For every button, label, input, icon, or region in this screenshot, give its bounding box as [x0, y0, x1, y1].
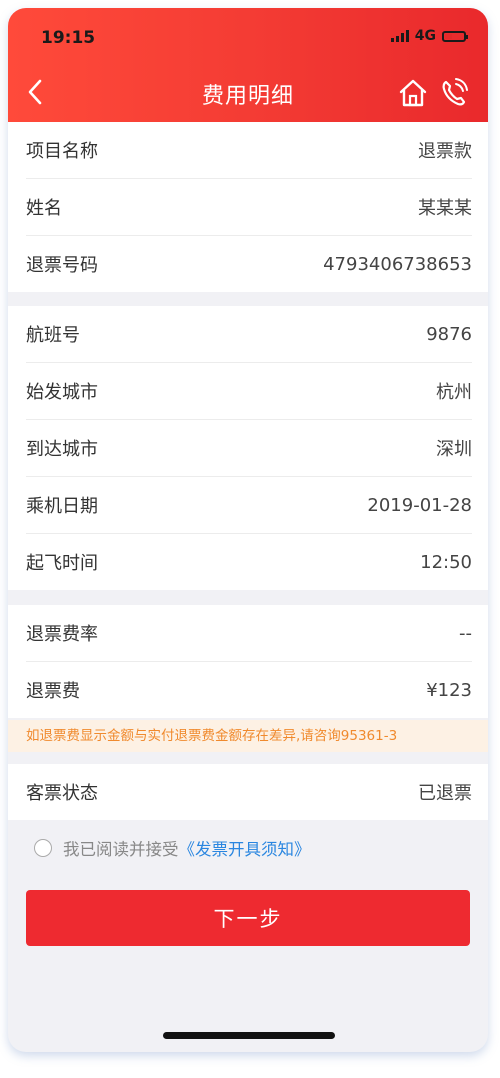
row-value: 4793406738653: [323, 253, 472, 275]
row-label: 航班号: [26, 325, 80, 346]
row-departure-time: 起飞时间 12:50: [26, 534, 472, 590]
status-indicators: 4G: [390, 28, 468, 44]
row-value: 杭州: [436, 382, 472, 403]
row-value: 深圳: [436, 439, 472, 460]
row-refund-number: 退票号码 4793406738653: [26, 236, 472, 292]
home-indicator: [163, 1032, 335, 1039]
header: 19:15 4G 费用明细: [8, 8, 488, 122]
ticket-status-section: 客票状态 已退票: [8, 764, 488, 820]
flight-info-section: 航班号 9876 始发城市 杭州 到达城市 深圳 乘机日期 2019-01-28…: [8, 306, 488, 590]
row-label: 到达城市: [26, 439, 98, 460]
home-icon[interactable]: [398, 78, 428, 108]
agree-radio[interactable]: [34, 839, 52, 857]
row-refund-rate: 退票费率 --: [26, 605, 472, 662]
invoice-notice-link[interactable]: 《发票开具须知》: [179, 836, 311, 860]
row-value: 某某某: [418, 198, 472, 219]
row-value: 2019-01-28: [367, 494, 472, 516]
row-label: 退票费: [26, 681, 80, 702]
ticket-info-section: 项目名称 退票款 姓名 某某某 退票号码 4793406738653: [8, 122, 488, 292]
phone-screen: 19:15 4G 费用明细 项目名称 退票款 姓名 某某某 退票号码 47934…: [8, 8, 488, 1052]
row-label: 始发城市: [26, 382, 98, 403]
row-label: 起飞时间: [26, 553, 98, 574]
row-flight-date: 乘机日期 2019-01-28: [26, 477, 472, 534]
row-label: 姓名: [26, 198, 62, 219]
row-label: 项目名称: [26, 141, 98, 162]
agreement: 我已阅读并接受 《发票开具须知》: [34, 836, 311, 860]
battery-icon: [442, 30, 468, 42]
row-label: 客票状态: [26, 783, 98, 804]
next-button[interactable]: 下一步: [26, 890, 470, 946]
refund-fee-section: 退票费率 -- 退票费 ¥123: [8, 605, 488, 718]
row-value: 退票款: [418, 141, 472, 162]
row-value: 12:50: [420, 551, 472, 573]
row-value: 9876: [426, 323, 472, 345]
row-label: 退票号码: [26, 255, 98, 276]
row-ticket-status: 客票状态 已退票: [26, 764, 472, 820]
phone-call-icon[interactable]: [440, 78, 468, 108]
row-flight-number: 航班号 9876: [26, 306, 472, 363]
row-project-name: 项目名称 退票款: [26, 122, 472, 179]
row-value: ¥123: [426, 679, 472, 701]
network-type: 4G: [414, 28, 436, 44]
row-value: --: [459, 622, 472, 644]
agreement-text: 我已阅读并接受: [63, 840, 179, 859]
row-name: 姓名 某某某: [26, 179, 472, 236]
fee-notice: 如退票费显示金额与实付退票费金额存在差异,请咨询95361-3: [8, 720, 488, 752]
row-departure-city: 始发城市 杭州: [26, 363, 472, 420]
status-time: 19:15: [41, 28, 96, 48]
signal-icon: [390, 30, 409, 42]
row-label: 乘机日期: [26, 496, 98, 517]
row-arrival-city: 到达城市 深圳: [26, 420, 472, 477]
row-refund-fee: 退票费 ¥123: [26, 662, 472, 718]
row-value: 已退票: [418, 783, 472, 804]
row-label: 退票费率: [26, 624, 98, 645]
